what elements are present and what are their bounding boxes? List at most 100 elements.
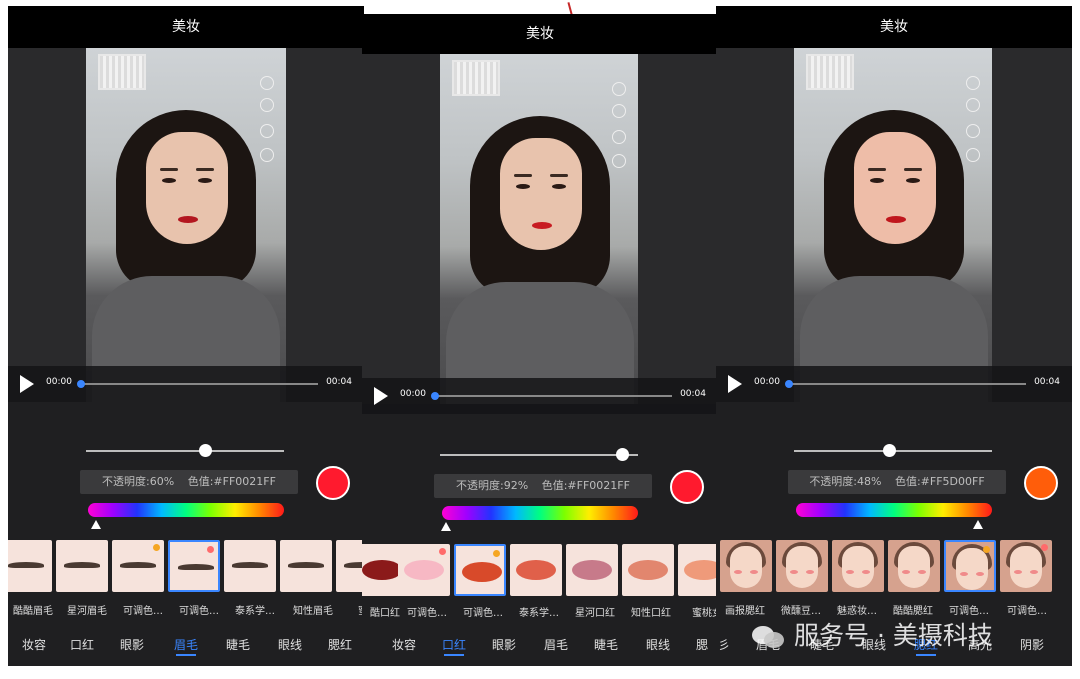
ceiling-vent [98, 54, 146, 90]
style-item[interactable] [944, 540, 996, 592]
tab-0[interactable]: 彡 [718, 636, 730, 653]
tab-4[interactable]: 睫毛 [594, 636, 618, 653]
color-swatch[interactable] [1024, 466, 1058, 500]
style-item[interactable] [776, 540, 828, 592]
playback-bar: 00:00 00:04 [362, 378, 718, 414]
blush-left [846, 570, 854, 574]
style-item[interactable] [832, 540, 884, 592]
lipstick-icon [362, 560, 402, 580]
tab-6[interactable]: 腮红 [328, 636, 352, 653]
style-item-label: 泰系学… [519, 608, 559, 619]
tab-0[interactable]: 妆容 [392, 636, 416, 653]
tab-1[interactable]: 口红 [70, 636, 94, 653]
play-icon[interactable] [374, 387, 388, 405]
progress-track[interactable] [431, 392, 672, 400]
style-item[interactable] [678, 544, 718, 596]
opacity-slider-knob[interactable] [198, 444, 212, 457]
style-item[interactable] [888, 540, 940, 592]
style-item[interactable] [280, 540, 332, 592]
opacity-slider-knob[interactable] [883, 444, 897, 457]
style-labels: 酷酷眉毛 星河眉毛 可调色… 可调色… 泰系学… 知性眉毛蜜 [8, 602, 364, 617]
style-item[interactable] [720, 540, 772, 592]
tab-4[interactable]: 睫毛 [226, 636, 250, 653]
eyebrow-icon [344, 562, 364, 568]
tab-3[interactable]: 眉毛 [544, 636, 568, 653]
progress-track[interactable] [77, 380, 318, 388]
progress-track[interactable] [785, 380, 1026, 388]
tab-1[interactable]: 口红 [442, 636, 466, 656]
hue-slider[interactable] [88, 503, 284, 517]
style-item[interactable] [510, 544, 562, 596]
settings-icon[interactable] [260, 148, 274, 162]
play-icon[interactable] [728, 375, 742, 393]
style-item[interactable] [112, 540, 164, 592]
settings-icon[interactable] [966, 148, 980, 162]
hue-pointer[interactable] [973, 520, 984, 529]
tab-6[interactable]: 腮 [696, 636, 708, 653]
watermark-text: 服务号 · 美摄科技 [794, 621, 993, 650]
ceiling-vent [806, 54, 854, 90]
style-item[interactable] [224, 540, 276, 592]
opacity-slider[interactable] [440, 448, 638, 461]
page-title: 美妆 [172, 19, 200, 35]
progress-knob[interactable] [77, 380, 85, 388]
style-item[interactable] [168, 540, 220, 592]
tab-5[interactable]: 眼线 [278, 636, 302, 653]
settings-icon[interactable] [612, 154, 626, 168]
panel-lipstick: 美妆 00:00 00:04 不透明度:92% 色值:#FF0021FF 酷口红 可调色…… [362, 14, 718, 666]
category-tabs: 妆容 口红 眼影 眉毛 睫毛 眼线 腮红 [8, 636, 364, 660]
tab-2[interactable]: 眼影 [492, 636, 516, 653]
right-brow [196, 168, 214, 171]
beauty-icon[interactable] [612, 130, 626, 144]
left-brow [514, 174, 532, 177]
record-icon[interactable] [260, 76, 274, 90]
progress-knob[interactable] [785, 380, 793, 388]
style-item[interactable] [566, 544, 618, 596]
time-total: 00:04 [326, 377, 352, 387]
flip-camera-icon[interactable] [260, 98, 274, 112]
right-eye [198, 178, 212, 183]
opacity-slider[interactable] [86, 444, 284, 457]
tab-0[interactable]: 妆容 [22, 636, 46, 653]
blush-right [862, 570, 870, 574]
tab-3[interactable]: 眉毛 [174, 636, 198, 656]
play-icon[interactable] [20, 375, 34, 393]
record-icon[interactable] [966, 76, 980, 90]
style-item[interactable] [454, 544, 506, 596]
opacity-slider-knob[interactable] [616, 448, 630, 461]
hue-slider[interactable] [442, 506, 638, 520]
camera-preview [86, 48, 286, 402]
hue-pointer[interactable] [440, 522, 451, 531]
camera-preview [440, 54, 638, 404]
color-value-readout: 色值:#FF0021FF [541, 479, 630, 492]
style-item[interactable] [622, 544, 674, 596]
eyebrow-icon [288, 562, 324, 568]
blush-left [902, 570, 910, 574]
style-item[interactable] [56, 540, 108, 592]
tab-2[interactable]: 眼影 [120, 636, 144, 653]
style-item[interactable] [398, 544, 450, 596]
color-swatch[interactable] [670, 470, 704, 504]
beauty-icon[interactable] [966, 124, 980, 138]
right-eye [552, 184, 566, 189]
color-swatch[interactable] [316, 466, 350, 500]
time-current: 00:00 [400, 389, 426, 399]
flip-camera-icon[interactable] [612, 104, 626, 118]
adjustable-dot [1041, 544, 1048, 551]
progress-knob[interactable] [431, 392, 439, 400]
style-item[interactable] [1000, 540, 1052, 592]
tab-5[interactable]: 眼线 [646, 636, 670, 653]
opacity-slider[interactable] [794, 444, 992, 457]
style-item-label: 知性口红 [631, 608, 671, 619]
record-icon[interactable] [612, 82, 626, 96]
style-item-label: 蜜 [358, 606, 364, 617]
hue-pointer[interactable] [90, 520, 101, 529]
color-value-readout: 色值:#FF5D00FF [894, 475, 985, 488]
style-item[interactable] [336, 540, 364, 592]
style-item-label: 可调色… [179, 606, 219, 617]
beauty-icon[interactable] [260, 124, 274, 138]
hue-slider[interactable] [796, 503, 992, 517]
flip-camera-icon[interactable] [966, 98, 980, 112]
adjustable-dot [439, 548, 446, 555]
style-item[interactable] [8, 540, 52, 592]
